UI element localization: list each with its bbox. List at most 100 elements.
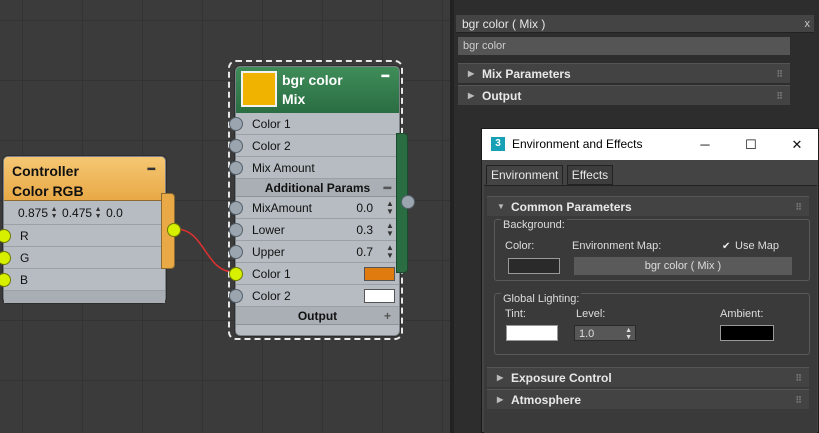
rollout-output[interactable]: ▶ Output ⠿: [458, 85, 790, 105]
input-socket-g[interactable]: [0, 251, 11, 265]
tab-environment[interactable]: Environment: [486, 165, 564, 185]
r-value-field[interactable]: 0.875: [18, 206, 48, 220]
param-value[interactable]: 0.3: [356, 219, 373, 241]
environment-map-label: Environment Map:: [572, 240, 662, 252]
tint-color-swatch[interactable]: [506, 325, 558, 341]
param-row-upper: Upper 0.7 ▲ ▼: [229, 241, 399, 263]
mix-node-title-line1: bgr color: [282, 72, 343, 88]
param-value[interactable]: 0.0: [356, 197, 373, 219]
level-spinner[interactable]: 1.0 ▲ ▼: [574, 325, 636, 341]
map-preview-swatch: [241, 71, 277, 107]
controller-row-g: G: [0, 247, 165, 269]
row-label: Color 2: [252, 139, 291, 153]
tab-effects[interactable]: Effects: [566, 165, 614, 185]
color-label: Color:: [505, 240, 535, 252]
selection-outline: bgr color Mix ━ Color 1 Color 2 Mix Amou…: [228, 60, 415, 340]
checkmark-icon: ✔: [722, 241, 731, 252]
input-socket-b[interactable]: [0, 273, 11, 287]
spinner-icon[interactable]: ▲ ▼: [50, 206, 58, 220]
output-socket[interactable]: [401, 195, 415, 209]
dialog-title: Environment and Effects: [512, 137, 643, 151]
row-label: Color 2: [252, 289, 291, 303]
output-socket[interactable]: [167, 223, 181, 237]
input-socket[interactable]: [229, 223, 243, 237]
dialog-titlebar[interactable]: 3 Environment and Effects ─ ☐ ✕: [482, 129, 818, 160]
controller-color-rgb-node[interactable]: Controller Color RGB ━ 0.875 ▲ ▼ 0.475 ▲ ▼…: [0, 156, 181, 303]
expand-icon[interactable]: +: [384, 307, 391, 325]
expand-triangle-icon: ▶: [468, 69, 475, 78]
environment-map-button[interactable]: bgr color ( Mix ): [574, 257, 792, 275]
global-lighting-group: Global Lighting: Tint: Level: Ambient: 1…: [494, 293, 810, 355]
rollout-atmosphere[interactable]: ▶ Atmosphere ⠿: [487, 389, 809, 409]
rollout-mix-parameters[interactable]: ▶ Mix Parameters ⠿: [458, 63, 790, 83]
row-label: MixAmount: [252, 201, 313, 215]
controller-row-b: B: [0, 269, 165, 291]
background-label: Background:: [501, 219, 567, 231]
minimize-icon[interactable]: ━: [148, 159, 155, 179]
mix-node-header[interactable]: bgr color Mix ━: [236, 67, 399, 113]
row-label: G: [20, 251, 30, 265]
controller-node-header[interactable]: Controller Color RGB ━: [4, 157, 165, 201]
color2-swatch[interactable]: [364, 289, 395, 303]
section-label: Output: [297, 309, 338, 323]
additional-params-section[interactable]: Additional Params ━: [236, 179, 399, 197]
input-socket[interactable]: [229, 139, 243, 153]
level-label: Level:: [576, 308, 606, 320]
rollout-label: Output: [482, 89, 522, 103]
panel-divider[interactable]: [450, 0, 454, 433]
rollout-common-parameters[interactable]: ▼ Common Parameters ⠿: [487, 196, 809, 216]
background-color-swatch[interactable]: [508, 258, 560, 274]
spinner-icon[interactable]: ▲ ▼: [385, 244, 395, 260]
spinner-icon[interactable]: ▲ ▼: [94, 206, 102, 220]
row-label: B: [20, 273, 29, 287]
param-row-lower: Lower 0.3 ▲ ▼: [229, 219, 399, 241]
parameter-panel-title: bgr color ( Mix ) x: [456, 15, 814, 33]
param-value[interactable]: 0.7: [356, 241, 373, 263]
ambient-color-swatch[interactable]: [720, 325, 774, 341]
color-row-2: Color 2: [229, 285, 399, 307]
g-value-field[interactable]: 0.475: [62, 206, 92, 220]
spinner-icon[interactable]: ▲ ▼: [625, 326, 632, 341]
connection-wire[interactable]: [175, 228, 235, 273]
close-icon[interactable]: x: [805, 15, 811, 33]
resize-grip[interactable]: [4, 291, 165, 303]
map-name-field[interactable]: bgr color: [458, 37, 790, 55]
param-row-mixamount: MixAmount 0.0 ▲ ▼: [229, 197, 399, 219]
output-section[interactable]: Output +: [236, 307, 399, 325]
collapse-icon[interactable]: ━: [384, 179, 391, 197]
tint-label: Tint:: [505, 308, 526, 320]
mix-map-node[interactable]: bgr color Mix ━ Color 1 Color 2 Mix Amou…: [229, 66, 415, 336]
minimize-window-button[interactable]: ─: [682, 129, 728, 160]
spinner-icon[interactable]: ▲ ▼: [385, 222, 395, 238]
input-socket[interactable]: [229, 161, 243, 175]
use-map-checkbox[interactable]: ✔ Use Map: [722, 240, 779, 252]
input-socket-r[interactable]: [0, 229, 11, 243]
dialog-tabs: Environment Effects: [486, 165, 614, 185]
input-row-mix-amount: Mix Amount: [229, 157, 399, 179]
grip-icon: ⠿: [776, 91, 783, 101]
input-socket[interactable]: [229, 117, 243, 131]
app-icon: 3: [491, 137, 505, 151]
expand-triangle-icon: ▶: [497, 373, 504, 382]
input-socket-connected[interactable]: [229, 267, 243, 281]
input-socket[interactable]: [229, 201, 243, 215]
expand-triangle-icon: ▶: [497, 395, 504, 404]
level-value: 1.0: [579, 328, 595, 340]
rgb-values-row: 0.875 ▲ ▼ 0.475 ▲ ▼ 0.0: [4, 201, 165, 225]
rollout-label: Common Parameters: [511, 200, 632, 214]
input-socket[interactable]: [229, 245, 243, 259]
collapse-triangle-icon: ▼: [497, 202, 505, 211]
rollout-exposure-control[interactable]: ▶ Exposure Control ⠿: [487, 367, 809, 387]
environment-tab-content: ▼ Common Parameters ⠿ Background: Color:…: [484, 185, 817, 433]
b-value-field[interactable]: 0.0: [106, 206, 123, 220]
rollout-label: Mix Parameters: [482, 67, 571, 81]
grip-icon: ⠿: [795, 373, 802, 383]
global-lighting-label: Global Lighting:: [501, 293, 582, 305]
minimize-icon[interactable]: ━: [382, 69, 389, 83]
close-window-button[interactable]: ✕: [774, 129, 819, 160]
spinner-icon[interactable]: ▲ ▼: [385, 200, 395, 216]
node-editor-canvas[interactable]: Controller Color RGB ━ 0.875 ▲ ▼ 0.475 ▲ ▼…: [0, 0, 450, 433]
input-socket[interactable]: [229, 289, 243, 303]
color1-swatch[interactable]: [364, 267, 395, 281]
maximize-window-button[interactable]: ☐: [728, 129, 774, 160]
